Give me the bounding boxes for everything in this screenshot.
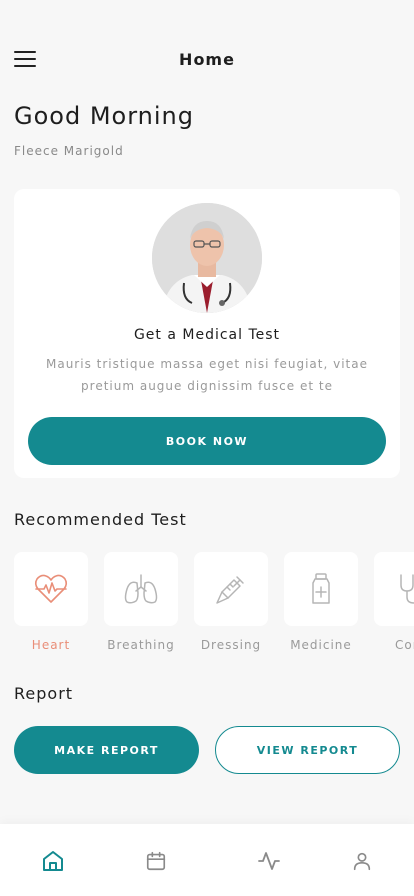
test-item-dressing[interactable]: Dressing [194,552,268,652]
home-icon [43,851,63,871]
page-title: Home [179,50,235,69]
test-label-breathing: Breathing [107,638,175,652]
nav-profile[interactable] [349,848,375,874]
activity-icon [258,852,280,870]
recommended-test-heading: Recommended Test [14,510,187,529]
test-label-medicine: Medicine [290,638,352,652]
card-description: Mauris tristique massa eget nisi feugiat… [45,357,368,393]
make-report-button[interactable]: MAKE REPORT [14,726,199,774]
nav-calendar[interactable] [143,848,169,874]
card-title: Get a Medical Test [133,327,281,343]
user-name: Fleece Marigold [14,144,124,158]
test-label-cont: Cont [394,638,414,652]
recommended-test-list: Heart Breathing Dressing Medicine Co [14,552,414,662]
test-label-dressing: Dressing [200,638,262,652]
bottom-navigation [0,824,414,896]
nav-home[interactable] [40,848,66,874]
medical-test-card: Get a Medical Test Mauris tristique mass… [14,189,400,478]
test-item-cont[interactable]: Cont [374,552,414,652]
report-heading: Report [14,684,74,703]
book-now-button[interactable]: BOOK NOW [28,417,386,465]
lungs-icon [124,574,158,604]
syringe-icon [216,576,244,604]
doctor-avatar [152,203,262,313]
test-item-breathing[interactable]: Breathing [104,552,178,652]
nav-activity[interactable] [256,848,282,874]
test-item-heart[interactable]: Heart [14,552,88,652]
stethoscope-icon [400,574,414,604]
greeting-title: Good Morning [14,102,194,130]
test-label-heart: Heart [31,638,71,652]
view-report-button[interactable]: VIEW REPORT [215,726,400,774]
medicine-bottle-icon [312,573,330,604]
calendar-icon [146,851,166,871]
user-icon [353,852,371,871]
top-bar: Home [0,40,414,80]
heart-pulse-icon [34,574,68,603]
test-item-medicine[interactable]: Medicine [284,552,358,652]
